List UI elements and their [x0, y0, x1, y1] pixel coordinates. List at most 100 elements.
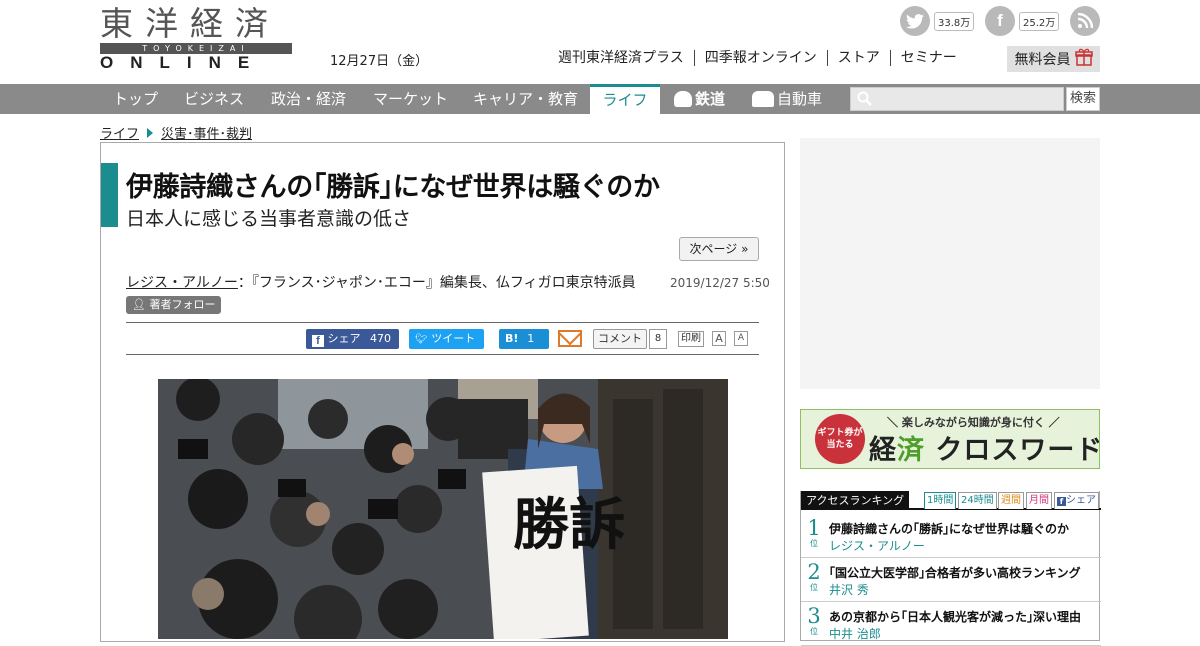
- train-icon: [674, 91, 692, 107]
- breadcrumb-arrow-icon: [147, 127, 154, 138]
- site-logo[interactable]: 東洋経済 TOYOKEIZAI ONLINE: [100, 6, 292, 72]
- nav-life[interactable]: ライフ: [590, 84, 660, 114]
- nav-business[interactable]: ビジネス: [184, 84, 244, 114]
- share-bar: f シェア 470 🐦︎ ツイート B! 1 コメント 8 印刷 A A: [126, 322, 759, 355]
- ranking-item-author[interactable]: 井沢 秀: [829, 581, 869, 598]
- ranking-item-author[interactable]: レジス・アルノー: [829, 537, 925, 554]
- twitter-icon[interactable]: [900, 6, 930, 36]
- author-follow-button[interactable]: 👤︎ 著者フォロー: [126, 296, 222, 314]
- logo-online: ONLINE: [100, 53, 267, 72]
- hatena-bookmark-button[interactable]: B! 1: [499, 329, 549, 349]
- header-links: 週刊東洋経済プラス 四季報オンライン ストア セミナー: [558, 50, 967, 66]
- photo-sign-text: 勝訴: [513, 492, 625, 558]
- nav-career-education[interactable]: キャリア・教育: [473, 84, 578, 114]
- link-seminar[interactable]: セミナー: [889, 50, 967, 66]
- ranking-item-author[interactable]: 中井 治郎: [829, 625, 881, 642]
- rank-number-1: 1: [807, 516, 821, 540]
- member-label: 無料会員: [1014, 52, 1071, 68]
- ad-space: [800, 138, 1100, 389]
- nav-railway-label: 鉄道: [695, 90, 726, 108]
- ranking-item-title[interactable]: 伊藤詩織さんの｢勝訴｣になぜ世界は騒ぐのか: [829, 520, 1069, 537]
- ranking-tab-share-label: シェア: [1066, 495, 1096, 506]
- current-date: 12月27日（金）: [330, 54, 429, 69]
- banner-word-a: 経: [869, 435, 897, 466]
- rank-number-2: 2: [807, 560, 821, 584]
- follow-label: 著者フォロー: [149, 298, 216, 311]
- free-member-button[interactable]: 無料会員: [1007, 46, 1100, 72]
- banner-headline: 経済 クロスワード: [869, 428, 1099, 467]
- font-small-button[interactable]: A: [734, 331, 748, 346]
- article-box: 伊藤詩織さんの｢勝訴｣になぜ世界は騒ぐのか 日本人に感じる当事者意識の低さ 次ペ…: [100, 142, 785, 642]
- ranking-title: アクセスランキング: [801, 491, 910, 510]
- hatena-bookmark-icon: B!: [505, 332, 519, 345]
- facebook-icon: f: [1057, 497, 1066, 506]
- comment-button[interactable]: コメント: [593, 329, 647, 349]
- facebook-share-count: 470: [370, 332, 391, 345]
- ranking-item-title[interactable]: あの京都から｢日本人観光客が減った｣深い理由: [829, 608, 1081, 625]
- rank-suffix: 位: [810, 539, 818, 548]
- nav-automobile-label: 自動車: [777, 90, 823, 108]
- author-name[interactable]: レジス・アルノー: [126, 275, 238, 291]
- tweet-label: ツイート: [431, 332, 476, 345]
- nav-top[interactable]: トップ: [113, 84, 158, 114]
- article-photo: 勝訴: [158, 379, 728, 639]
- ranking-item[interactable]: 2位 ｢国公立大医学部｣合格者が多い高校ランキング 井沢 秀: [801, 559, 1101, 602]
- twitter-icon: 🐦︎: [415, 334, 428, 345]
- ranking-tab-week[interactable]: 週間: [998, 492, 1024, 509]
- gift-ticket-badge: ギフト券が当たる: [815, 414, 865, 464]
- breadcrumb-disaster-crime[interactable]: 災害･事件･裁判: [161, 123, 252, 142]
- facebook-count: 25.2万: [1019, 11, 1060, 31]
- ranking-tab-1h[interactable]: 1時間: [924, 492, 957, 509]
- ranking-tab-24h[interactable]: 24時間: [958, 492, 997, 509]
- font-large-button[interactable]: A: [712, 331, 726, 346]
- article-subtitle: 日本人に感じる当事者意識の低さ: [126, 208, 412, 230]
- nav-market[interactable]: マーケット: [373, 84, 448, 114]
- facebook-icon[interactable]: f: [985, 6, 1015, 36]
- ranking-tab-month[interactable]: 月間: [1026, 492, 1052, 509]
- access-ranking: アクセスランキング 1時間 24時間 週間 月間 f シェア 1位 伊藤詩織さんの…: [800, 491, 1101, 646]
- comment-count: 8: [649, 329, 667, 349]
- rank-suffix: 位: [810, 627, 818, 636]
- breadcrumb-life[interactable]: ライフ: [100, 123, 139, 142]
- title-accent-bar: [101, 163, 118, 227]
- rank-suffix: 位: [810, 583, 818, 592]
- breadcrumb: ライフ 災害･事件･裁判: [100, 123, 252, 142]
- search-input[interactable]: [850, 87, 1064, 111]
- link-weekly-plus[interactable]: 週刊東洋経済プラス: [558, 50, 694, 66]
- rank-number-3: 3: [807, 604, 821, 628]
- hatena-count: 1: [527, 332, 535, 345]
- publish-date: 2019/12/27 5:50: [670, 276, 770, 290]
- facebook-share-label: シェア: [327, 332, 361, 345]
- twitter-follow[interactable]: 33.8万: [900, 6, 975, 36]
- print-button[interactable]: 印刷: [678, 331, 704, 347]
- mail-icon[interactable]: [558, 330, 582, 347]
- logo-kanji: 東洋経済: [100, 4, 280, 43]
- facebook-icon: f: [312, 335, 324, 347]
- ranking-item[interactable]: 1位 伊藤詩織さんの｢勝訴｣になぜ世界は騒ぐのか レジス・アルノー: [801, 515, 1101, 558]
- nav-politics-economy[interactable]: 政治・経済: [271, 84, 346, 114]
- rss-follow[interactable]: [1070, 6, 1100, 36]
- next-page-button[interactable]: 次ページ »: [679, 237, 759, 261]
- ranking-item-title[interactable]: ｢国公立大医学部｣合格者が多い高校ランキング: [829, 564, 1081, 581]
- twitter-count: 33.8万: [934, 11, 975, 31]
- search-icon: [857, 91, 872, 110]
- rank-number: 1位: [806, 516, 822, 548]
- site-header: 東洋経済 TOYOKEIZAI ONLINE 12月27日（金） 33.8万 f…: [0, 0, 1200, 84]
- gift-icon: [1074, 48, 1093, 70]
- rss-icon[interactable]: [1070, 6, 1100, 36]
- facebook-follow[interactable]: f 25.2万: [985, 6, 1060, 36]
- ranking-item[interactable]: 3位 あの京都から｢日本人観光客が減った｣深い理由 中井 治郎: [801, 603, 1101, 646]
- search-button[interactable]: 検索: [1066, 87, 1100, 111]
- crossword-banner[interactable]: ギフト券が当たる ＼ 楽しみながら知識が身に付く ／ 経済 クロスワード: [800, 409, 1100, 469]
- car-icon: [752, 91, 774, 107]
- rank-number: 2位: [806, 560, 822, 592]
- ranking-header: アクセスランキング 1時間 24時間 週間 月間 f シェア: [801, 491, 1101, 510]
- facebook-share-button[interactable]: f シェア 470: [306, 329, 399, 349]
- link-store[interactable]: ストア: [826, 50, 890, 66]
- link-shikiho-online[interactable]: 四季報オンライン: [693, 50, 827, 66]
- tweet-button[interactable]: 🐦︎ ツイート: [409, 329, 484, 349]
- nav-automobile[interactable]: 自動車: [752, 84, 822, 114]
- ranking-tab-share[interactable]: f シェア: [1054, 492, 1099, 509]
- nav-railway[interactable]: 鉄道: [674, 84, 725, 114]
- author-line: レジス・アルノー：『フランス･ジャポン･エコー』編集長、仏フィガロ東京特派員 👤…: [126, 272, 641, 316]
